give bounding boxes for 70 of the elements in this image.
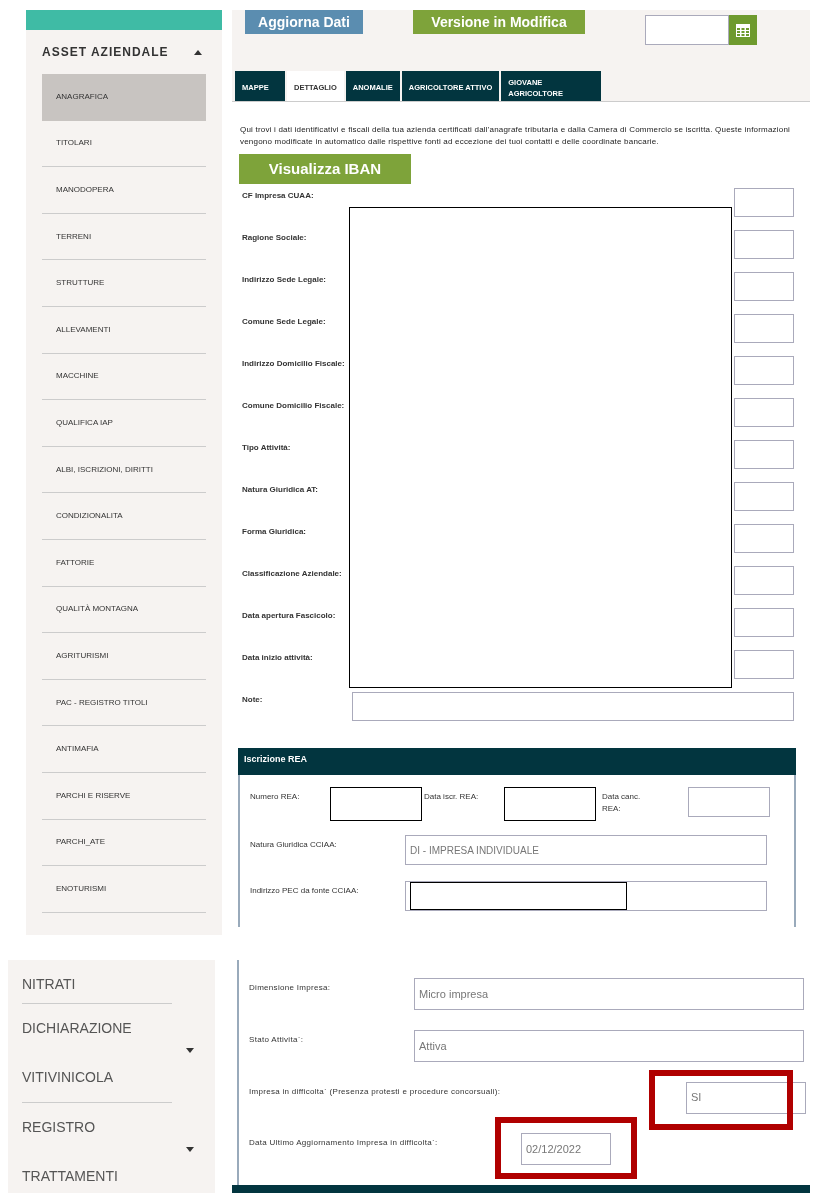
sidebar-item[interactable]: QUALIFICA IAP [42, 400, 206, 447]
input-field[interactable]: 02/12/2022 [521, 1133, 611, 1166]
sidebar-item[interactable]: TERRENI [42, 213, 206, 261]
input-field[interactable] [734, 188, 794, 217]
input-field[interactable] [734, 356, 794, 385]
field-label: Ragione Sociale: [242, 232, 308, 244]
field-label: Dimensione Impresa: [249, 982, 332, 994]
sidebar-item[interactable]: PAC - REGISTRO TITOLI [42, 679, 206, 727]
sidebar-item[interactable]: CONDIZIONALITA [42, 493, 206, 540]
input-field[interactable] [734, 398, 794, 427]
sidebar-item[interactable]: STRUTTURE [42, 260, 206, 307]
sidebar-item[interactable]: ANTIMAFIA [42, 726, 206, 773]
sidebar-item[interactable]: REGISTRO TRATTAMENTI [22, 1103, 172, 1193]
input-field[interactable]: SI [686, 1081, 806, 1114]
input-field[interactable] [734, 650, 794, 679]
field-label: Indirizzo PEC da fonte CCIAA: [250, 885, 360, 897]
sidebar-item[interactable]: MACCHINE [42, 353, 206, 401]
input-field[interactable] [734, 440, 794, 469]
field-label: Comune Sede Legale: [242, 316, 327, 328]
section-header: Iscrizione REA [238, 748, 796, 775]
input-field[interactable] [734, 524, 794, 553]
field-label: Data apertura Fascicolo: [242, 610, 337, 622]
sidebar-group-header[interactable]: ASSET AZIENDALE [26, 30, 222, 74]
field-label: Indirizzo Sede Legale: [242, 274, 327, 286]
sidebar-item[interactable]: AGRITURISMI [42, 633, 206, 680]
field-label: Stato Attivita`: [249, 1033, 305, 1046]
sidebar-item[interactable]: ALLEVAMENTI [42, 306, 206, 354]
sidebar-item[interactable]: TITOLARI [42, 120, 206, 168]
field-label: Impresa in difficolta` (Presenza protesti e procedure concorsuali): [249, 1085, 502, 1098]
field-label: Natura Giuridica AT: [242, 484, 319, 496]
input-field[interactable]: DI - IMPRESA INDIVIDUALE [405, 835, 767, 865]
sidebar-item[interactable]: ALBI, ISCRIZIONI, DIRITTI [42, 446, 206, 494]
field-label: Numero REA: [250, 791, 301, 803]
sidebar-item[interactable]: PARCHI E RISERVE [42, 772, 206, 820]
sidebar-item[interactable]: ENOTURISMI [42, 866, 206, 913]
input-field[interactable] [688, 787, 770, 817]
field-label: Natura Giuridica CCIAA: [250, 839, 338, 851]
field-label: Forma Giuridica: [242, 526, 307, 538]
sidebar-item[interactable]: NITRATI [22, 960, 172, 1004]
input-field[interactable] [352, 692, 794, 721]
sidebar-item[interactable]: ANAGRAFICA [42, 74, 206, 121]
date-input-field[interactable] [645, 15, 729, 45]
sidebar-item[interactable]: MANODOPERA [42, 167, 206, 214]
input-field[interactable] [734, 230, 794, 259]
sidebar-item[interactable]: PARCHI_ATE [42, 819, 206, 867]
field-label: Tipo Attività: [242, 442, 292, 454]
input-field[interactable] [734, 566, 794, 595]
field-label: Data inizio attività: [242, 652, 314, 664]
sidebar-item[interactable]: QUALITÀ MONTAGNA [42, 586, 206, 634]
calendar-button[interactable] [729, 15, 757, 45]
input-field[interactable] [734, 314, 794, 343]
calendar-icon [735, 22, 751, 38]
input-field[interactable] [405, 881, 767, 911]
toolbar-button[interactable]: Aggiorna Dati [245, 10, 363, 34]
input-field[interactable]: Micro impresa [414, 978, 804, 1010]
field-label: Data canc. REA: [602, 791, 642, 815]
field-label: Data iscr. REA: [424, 791, 480, 803]
input-field[interactable] [734, 608, 794, 637]
sidebar-item[interactable]: FATTORIE [42, 539, 206, 587]
field-label: Indirizzo Domicilio Fiscale: [242, 358, 346, 370]
input-field[interactable] [734, 482, 794, 511]
description-text: Qui trovi i dati identificativi e fiscali della tua azienda certificati dall'anagrafe tributaria e dalla Camera di Commercio se iscritta. Queste informazioni vengono modificate in automatico dalle rispettive fonti ad eccezione dei tuoi contatti e delle coordinate bancarie. [239, 124, 792, 148]
sidebar-item[interactable]: DICHIARAZIONE VITIVINICOLA [22, 1004, 172, 1103]
field-label: Classificazione Aziendale: [242, 568, 343, 580]
input-field[interactable]: Attiva [414, 1029, 804, 1062]
field-label: Comune Domicilio Fiscale: [242, 400, 346, 412]
field-label: Data Ultimo Aggiornamento Impresa in difficolta`: [249, 1137, 439, 1150]
field-label: Note: [242, 694, 264, 706]
input-field[interactable] [734, 272, 794, 301]
field-label: CF Impresa CUAA: [242, 190, 315, 202]
